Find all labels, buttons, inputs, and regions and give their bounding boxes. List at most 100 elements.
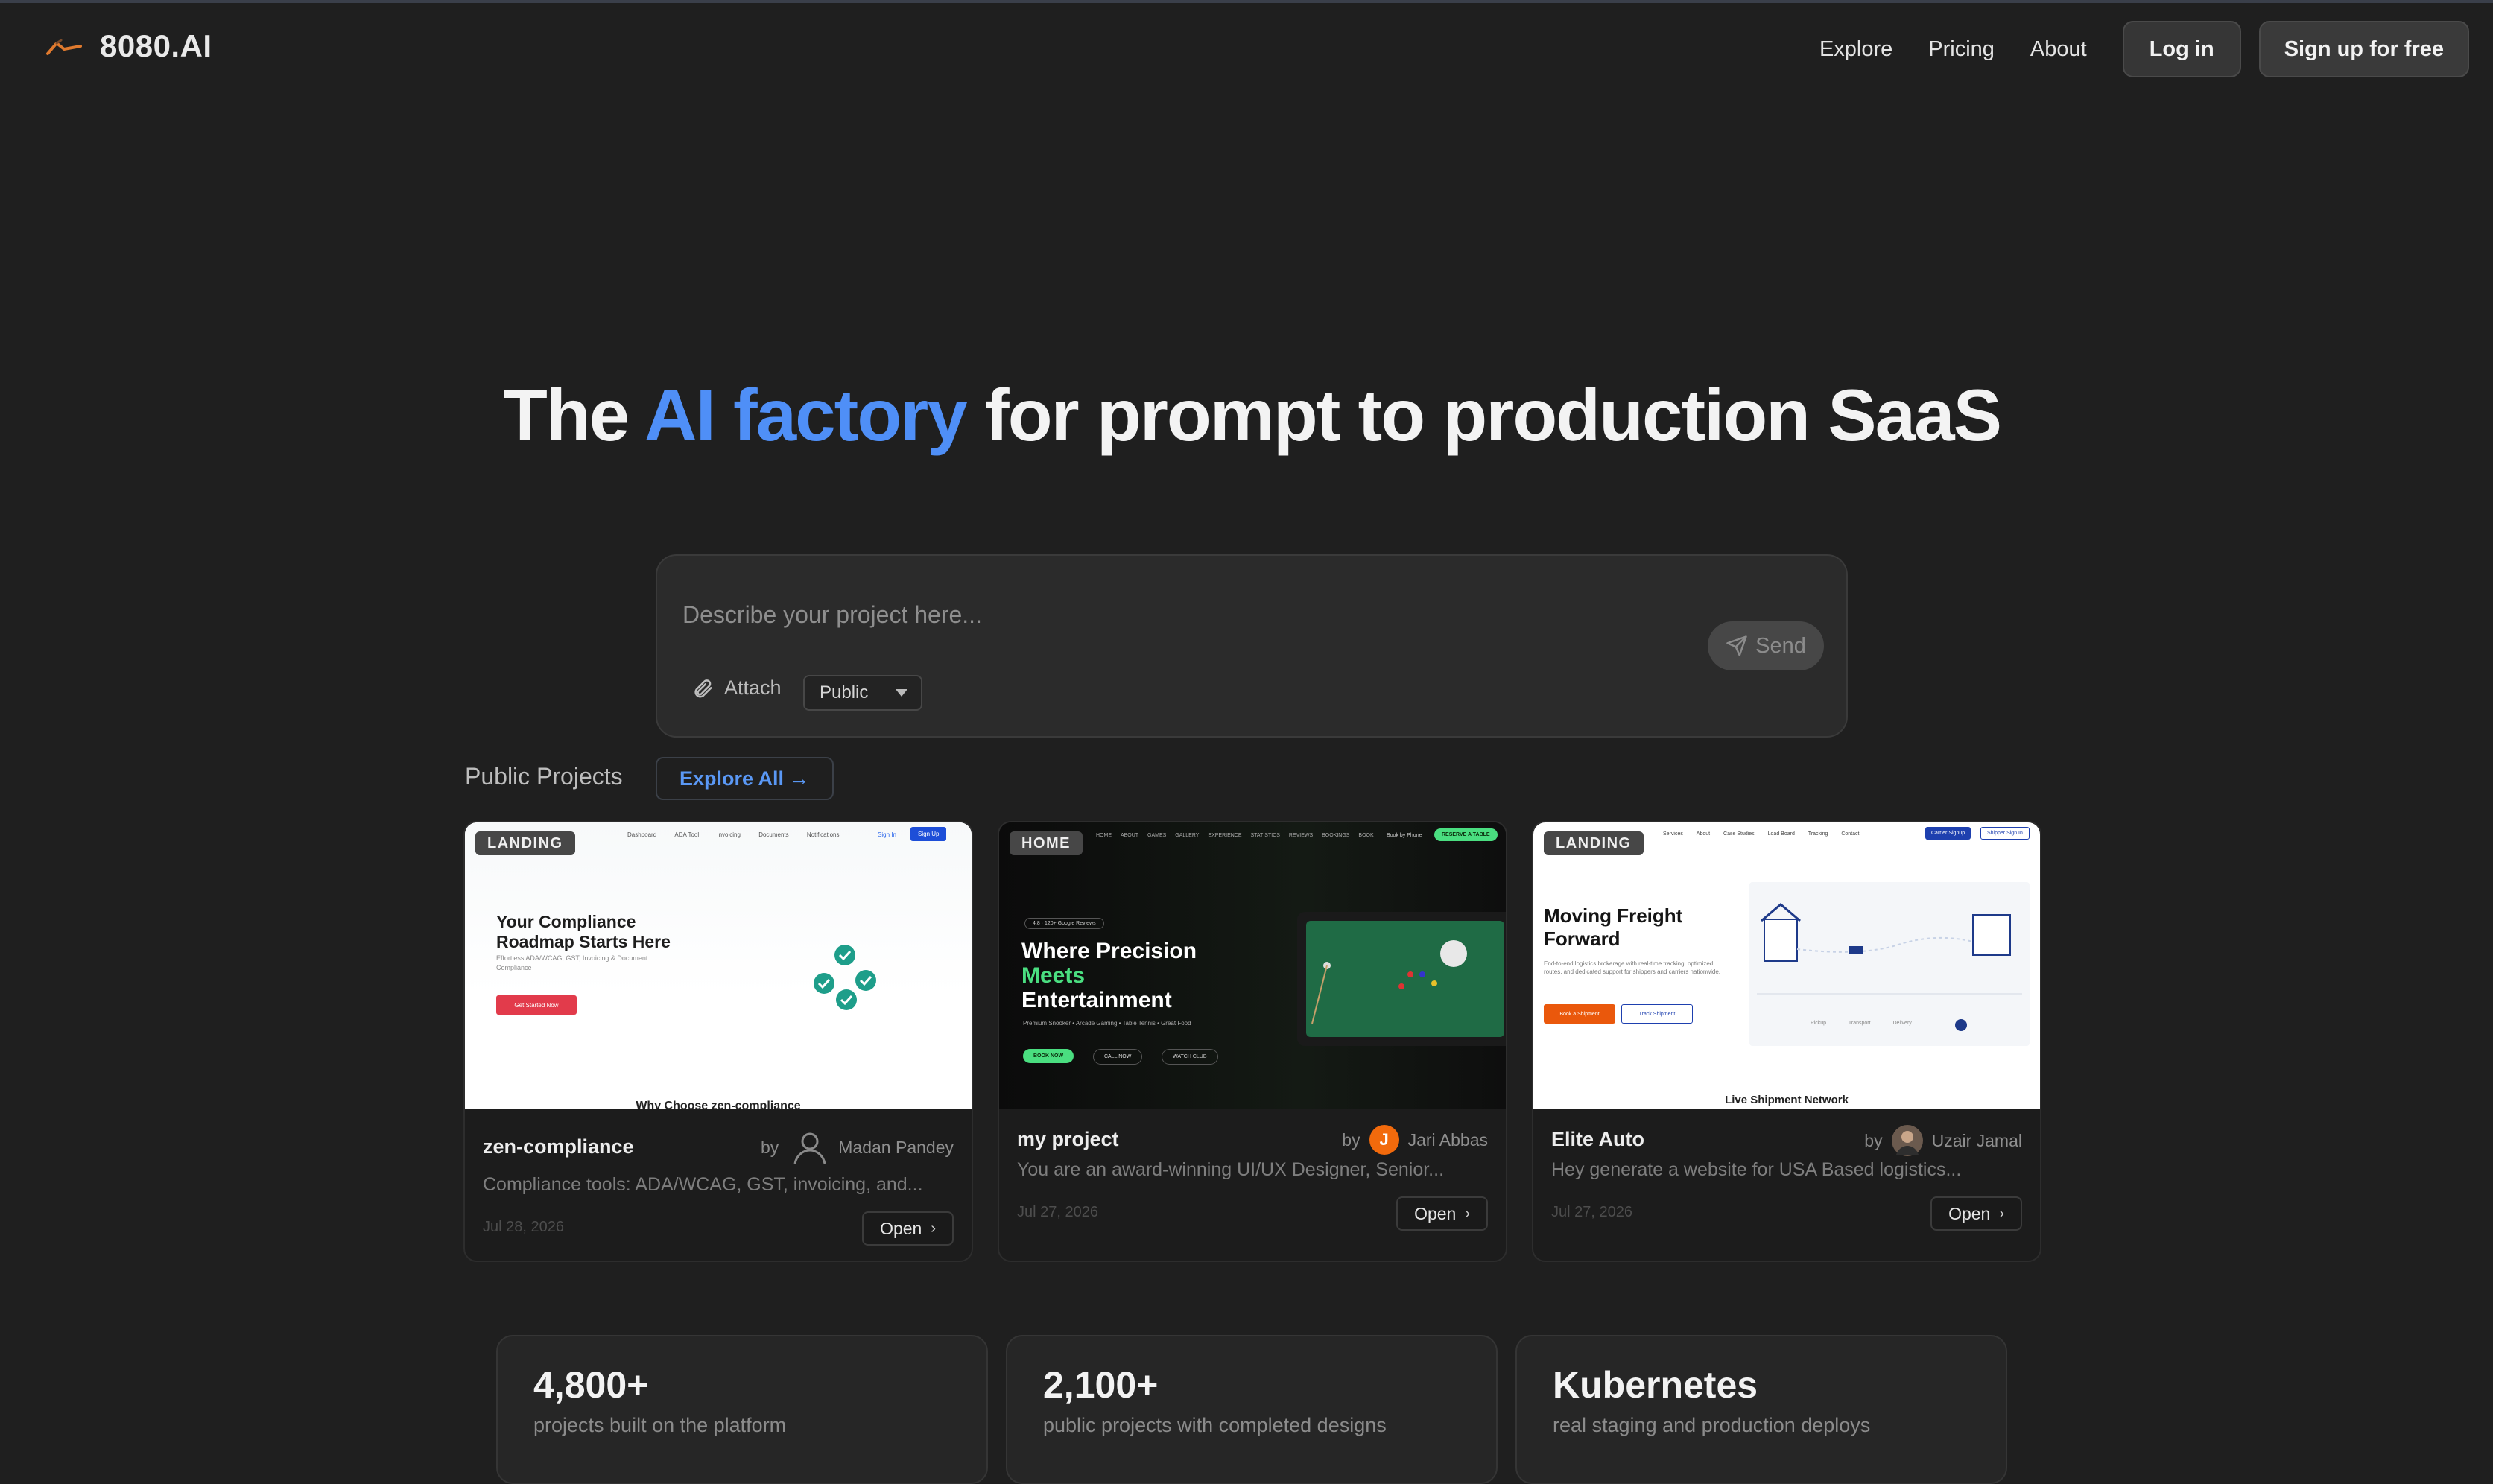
thumb-nav-item: REVIEWS bbox=[1288, 833, 1314, 838]
stat-card: Kubernetes real staging and production d… bbox=[1515, 1335, 2007, 1484]
thumb-nav-item: Contact bbox=[1841, 831, 1860, 837]
hero-title: The AI factory for prompt to production … bbox=[0, 375, 2493, 454]
project-card-body: Elite Auto by Uzair Jamal Hey generate a… bbox=[1533, 1109, 2040, 1261]
thumb-nav-item: Notifications bbox=[806, 831, 840, 838]
chevron-right-icon: › bbox=[1465, 1205, 1470, 1222]
thumb-sub: End-to-end logistics brokerage with real… bbox=[1544, 960, 1721, 975]
thumb-footer: Why Choose zen-compliance bbox=[636, 1100, 801, 1109]
brand-logo[interactable]: 8080.AI bbox=[46, 28, 212, 64]
project-title: zen-compliance bbox=[483, 1135, 634, 1158]
thumb-sub: Effortless ADA/WCAG, GST, Invoicing & Do… bbox=[496, 954, 648, 971]
visibility-value: Public bbox=[820, 682, 869, 703]
signup-button[interactable]: Sign up for free bbox=[2258, 21, 2469, 77]
public-projects-label: Public Projects bbox=[465, 763, 623, 790]
thumb-cta-2: Track Shipment bbox=[1621, 1004, 1693, 1024]
compliance-checks-illustration bbox=[814, 945, 876, 1010]
top-nav: Explore Pricing About Log in Sign up for… bbox=[1819, 21, 2469, 77]
author-photo-avatar bbox=[1891, 1125, 1923, 1156]
project-type-badge: LANDING bbox=[1544, 831, 1644, 855]
hero-title-pre: The bbox=[502, 374, 644, 456]
hero-title-post: for prompt to production SaaS bbox=[966, 374, 2002, 456]
thumb-step: Pickup bbox=[1811, 1021, 1827, 1026]
project-thumbnail: Dashboard ADA Tool Invoicing Documents N… bbox=[465, 822, 972, 1109]
paperclip-icon bbox=[694, 679, 712, 697]
thumb-nav-item: HOME bbox=[1096, 833, 1112, 838]
chevron-down-icon bbox=[896, 689, 907, 697]
thumb-nav-item: About bbox=[1696, 831, 1711, 837]
thumb-nav-item: Invoicing bbox=[717, 831, 741, 838]
thumb-nav-item: Documents bbox=[758, 831, 789, 838]
project-thumbnail: Services About Case Studies Load Board T… bbox=[1533, 822, 2040, 1109]
thumb-cta: Get Started Now bbox=[496, 995, 577, 1015]
project-type-badge: HOME bbox=[1010, 831, 1083, 855]
brand-name: 8080.AI bbox=[100, 28, 212, 63]
login-button[interactable]: Log in bbox=[2122, 21, 2241, 77]
thumb-nav-item: Case Studies bbox=[1723, 831, 1755, 837]
attach-label: Attach bbox=[724, 676, 782, 699]
thumb-nav-item: BOOK bbox=[1358, 833, 1374, 838]
user-avatar-icon bbox=[793, 1132, 826, 1164]
thumb-nav-item: ABOUT bbox=[1120, 833, 1139, 838]
top-accent-line bbox=[0, 0, 2493, 3]
author-name: Jari Abbas bbox=[1407, 1129, 1488, 1150]
project-card-body: my project by J Jari Abbas You are an aw… bbox=[999, 1109, 1506, 1261]
thumb-cta-1: BOOK NOW bbox=[1023, 1049, 1074, 1063]
thumb-nav-item: BOOKINGS bbox=[1322, 833, 1350, 838]
project-type-badge: LANDING bbox=[475, 831, 575, 855]
logo-mark-icon bbox=[46, 39, 82, 55]
open-label: Open bbox=[1948, 1203, 1991, 1223]
project-card[interactable]: Services About Case Studies Load Board T… bbox=[1532, 821, 2041, 1262]
thumb-footer: Live Shipment Network bbox=[1725, 1094, 1849, 1106]
thumb-cta-2: CALL NOW bbox=[1093, 1049, 1143, 1065]
thumb-cta-1: Book a Shipment bbox=[1544, 1004, 1615, 1024]
nav-pricing[interactable]: Pricing bbox=[1928, 37, 1995, 62]
open-project-button[interactable]: Open › bbox=[862, 1211, 954, 1246]
open-project-button[interactable]: Open › bbox=[1930, 1196, 2022, 1231]
thumb-signup: Sign Up bbox=[910, 827, 947, 841]
thumb-headline-3: Entertainment bbox=[1021, 988, 1172, 1012]
open-label: Open bbox=[880, 1218, 922, 1238]
project-description: Hey generate a website for USA Based log… bbox=[1551, 1159, 1962, 1180]
attach-button[interactable]: Attach bbox=[691, 676, 782, 700]
nav-about[interactable]: About bbox=[2030, 37, 2087, 62]
chevron-right-icon: › bbox=[931, 1220, 936, 1237]
thumb-signin: Sign In bbox=[878, 831, 896, 838]
stat-value: 4,800+ bbox=[533, 1364, 649, 1406]
project-card[interactable]: HOME ABOUT GAMES GALLERY EXPERIENCE STAT… bbox=[998, 821, 1507, 1262]
author-name: Madan Pandey bbox=[838, 1137, 954, 1157]
project-description-input[interactable] bbox=[681, 600, 1578, 630]
stat-card: 4,800+ projects built on the platform bbox=[496, 1335, 988, 1484]
by-label: by bbox=[1864, 1130, 1883, 1150]
stat-value: 2,100+ bbox=[1043, 1364, 1159, 1406]
snooker-table-illustration bbox=[1297, 912, 1506, 1046]
send-icon bbox=[1726, 635, 1747, 656]
thumb-reserve: RESERVE A TABLE bbox=[1434, 828, 1498, 841]
thumb-nav-item: Load Board bbox=[1767, 831, 1795, 837]
thumb-nav-item: STATISTICS bbox=[1250, 833, 1280, 838]
project-card-body: zen-compliance by Madan Pandey Complianc… bbox=[465, 1109, 972, 1261]
explore-all-button[interactable]: Explore All → bbox=[656, 757, 834, 800]
project-card[interactable]: Dashboard ADA Tool Invoicing Documents N… bbox=[463, 821, 973, 1262]
nav-explore[interactable]: Explore bbox=[1819, 37, 1892, 62]
thumb-headline: Your Compliance Roadmap Starts Here bbox=[496, 912, 671, 951]
project-author: by J Jari Abbas bbox=[1342, 1125, 1488, 1155]
visibility-select[interactable]: Public bbox=[803, 675, 922, 711]
by-label: by bbox=[1342, 1129, 1360, 1150]
thumb-nav-item: EXPERIENCE bbox=[1208, 833, 1242, 838]
hero-title-accent: AI factory bbox=[644, 374, 968, 456]
thumb-sub: Premium Snooker • Arcade Gaming • Table … bbox=[1023, 1020, 1191, 1027]
prompt-box: Attach Public Send bbox=[656, 554, 1848, 738]
thumb-nav-item: Tracking bbox=[1808, 831, 1828, 837]
by-label: by bbox=[760, 1137, 779, 1157]
stat-card: 2,100+ public projects with completed de… bbox=[1006, 1335, 1498, 1484]
open-label: Open bbox=[1414, 1203, 1457, 1223]
author-avatar: J bbox=[1369, 1125, 1399, 1155]
thumb-carrier: Carrier Signup bbox=[1925, 827, 1971, 840]
send-button[interactable]: Send bbox=[1708, 621, 1824, 670]
open-project-button[interactable]: Open › bbox=[1396, 1196, 1488, 1231]
thumb-headline: Moving Freight Forward bbox=[1544, 904, 1683, 950]
thumb-shipper: Shipper Sign In bbox=[1980, 827, 2030, 840]
thumb-headline-1: Where Precision bbox=[1021, 939, 1197, 963]
thumb-nav-item: Dashboard bbox=[627, 831, 657, 838]
thumb-nav-item: Services bbox=[1663, 831, 1683, 837]
